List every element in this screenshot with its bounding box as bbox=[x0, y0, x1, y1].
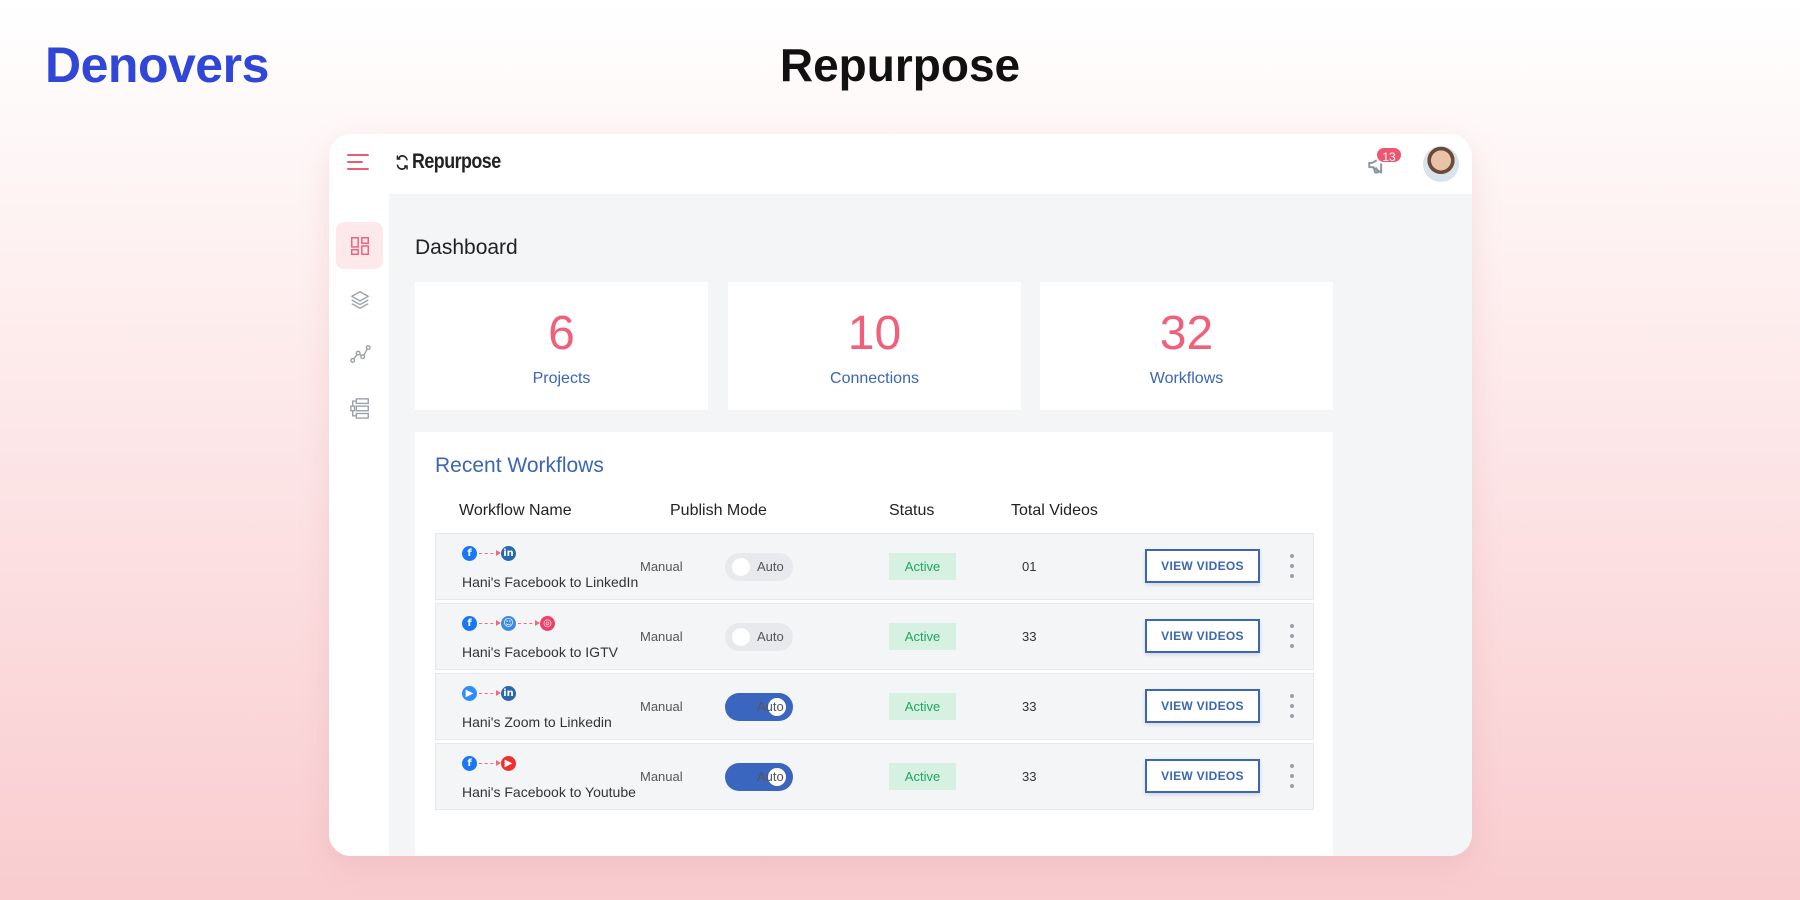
facebook-icon: f bbox=[462, 546, 477, 561]
arrow-icon bbox=[479, 620, 501, 626]
mode-label-manual: Manual bbox=[640, 629, 683, 644]
workflow-name[interactable]: Hani's Facebook to Youtube bbox=[462, 784, 636, 800]
sidebar-item-layers[interactable] bbox=[336, 276, 383, 323]
linkedin-icon: in bbox=[501, 686, 516, 701]
arrow-icon bbox=[479, 690, 501, 696]
stat-card-workflows[interactable]: 32 Workflows bbox=[1040, 282, 1333, 410]
view-videos-button[interactable]: VIEW VIDEOS bbox=[1145, 689, 1260, 723]
status-badge: Active bbox=[889, 623, 956, 650]
table-row: f in Hani's Facebook to LinkedIn Manual A… bbox=[435, 533, 1314, 600]
more-options-icon[interactable] bbox=[1288, 764, 1296, 788]
workflow-name[interactable]: Hani's Zoom to Linkedin bbox=[462, 714, 612, 730]
recent-workflows-panel: Recent Workflows Workflow Name Publish M… bbox=[415, 432, 1333, 856]
mode-label-auto: Auto bbox=[757, 769, 784, 784]
main-content: Dashboard 6 Projects 10 Connections 32 W… bbox=[389, 194, 1472, 856]
column-header-total-videos: Total Videos bbox=[1011, 502, 1098, 519]
sidebar bbox=[329, 194, 389, 856]
mode-label-auto: Auto bbox=[757, 559, 784, 574]
sidebar-item-workflows[interactable] bbox=[336, 330, 383, 377]
view-videos-button[interactable]: VIEW VIDEOS bbox=[1145, 759, 1260, 793]
app-window: Repurpose 13 Dashboard 6 Projects 10 Con… bbox=[329, 134, 1472, 856]
instagram-icon: ◎ bbox=[540, 616, 555, 631]
sidebar-item-dashboard[interactable] bbox=[336, 222, 383, 269]
status-badge: Active bbox=[889, 693, 956, 720]
sidebar-item-hierarchy[interactable] bbox=[336, 384, 383, 431]
user-avatar[interactable] bbox=[1423, 146, 1459, 182]
table-row: ▶ in Hani's Zoom to Linkedin Manual Auto … bbox=[435, 673, 1314, 740]
mode-label-auto: Auto bbox=[757, 699, 784, 714]
youtube-icon: ▶ bbox=[501, 756, 516, 771]
page-title: Repurpose bbox=[0, 38, 1800, 92]
workflow-flow: ▶ in bbox=[462, 686, 516, 701]
igtv-icon: ☺ bbox=[501, 616, 516, 631]
stat-value: 6 bbox=[548, 307, 575, 360]
zoom-icon: ▶ bbox=[462, 686, 477, 701]
table-row: f ☺ ◎ Hani's Facebook to IGTV Manual Auto … bbox=[435, 603, 1314, 670]
facebook-icon: f bbox=[462, 616, 477, 631]
workflow-flow: f ☺ ◎ bbox=[462, 616, 555, 631]
refresh-icon bbox=[396, 154, 408, 170]
app-logo[interactable]: Repurpose bbox=[395, 150, 501, 174]
dashboard-icon bbox=[350, 236, 369, 255]
arrow-icon bbox=[479, 550, 501, 556]
stat-value: 32 bbox=[1159, 307, 1214, 360]
workflow-flow: f in bbox=[462, 546, 516, 561]
total-videos: 33 bbox=[1022, 629, 1037, 644]
workflow-name[interactable]: Hani's Facebook to IGTV bbox=[462, 644, 618, 660]
mode-label-auto: Auto bbox=[757, 629, 784, 644]
total-videos: 01 bbox=[1022, 559, 1037, 574]
app-logo-text: Repurpose bbox=[412, 150, 501, 173]
table-row: f ▶ Hani's Facebook to Youtube Manual Aut… bbox=[435, 743, 1314, 810]
top-bar: Repurpose 13 bbox=[329, 134, 1472, 194]
notification-badge: 13 bbox=[1375, 146, 1403, 164]
arrow-icon bbox=[479, 760, 501, 766]
layers-icon bbox=[350, 290, 369, 309]
more-options-icon[interactable] bbox=[1288, 624, 1296, 648]
total-videos: 33 bbox=[1022, 699, 1037, 714]
linkedin-icon: in bbox=[501, 546, 516, 561]
workflow-flow: f ▶ bbox=[462, 756, 516, 771]
more-options-icon[interactable] bbox=[1288, 554, 1296, 578]
more-options-icon[interactable] bbox=[1288, 694, 1296, 718]
stat-label: Workflows bbox=[1149, 370, 1224, 387]
hamburger-menu-icon[interactable] bbox=[347, 154, 371, 174]
status-badge: Active bbox=[889, 763, 956, 790]
toggle-knob bbox=[732, 558, 750, 576]
stat-label: Connections bbox=[830, 370, 919, 387]
recent-workflows-title: Recent Workflows bbox=[435, 454, 604, 477]
toggle-knob bbox=[732, 628, 750, 646]
workflow-name[interactable]: Hani's Facebook to LinkedIn bbox=[462, 574, 638, 590]
view-videos-button[interactable]: VIEW VIDEOS bbox=[1145, 619, 1260, 653]
stat-card-connections[interactable]: 10 Connections bbox=[728, 282, 1021, 410]
arrow-icon bbox=[518, 620, 540, 626]
stat-card-projects[interactable]: 6 Projects bbox=[415, 282, 708, 410]
hierarchy-icon bbox=[349, 397, 369, 419]
page-title-text: Repurpose bbox=[779, 39, 1021, 91]
stat-value: 10 bbox=[847, 307, 902, 360]
status-badge: Active bbox=[889, 553, 956, 580]
column-header-status: Status bbox=[889, 502, 935, 519]
column-header-workflow-name: Workflow Name bbox=[459, 502, 572, 519]
workflow-graph-icon bbox=[349, 344, 371, 363]
mode-label-manual: Manual bbox=[640, 699, 683, 714]
dashboard-title: Dashboard bbox=[415, 236, 518, 259]
column-header-publish-mode: Publish Mode bbox=[670, 502, 767, 519]
mode-label-manual: Manual bbox=[640, 769, 683, 784]
facebook-icon: f bbox=[462, 756, 477, 771]
mode-label-manual: Manual bbox=[640, 559, 683, 574]
stat-label: Projects bbox=[532, 370, 591, 387]
total-videos: 33 bbox=[1022, 769, 1037, 784]
view-videos-button[interactable]: VIEW VIDEOS bbox=[1145, 549, 1260, 583]
